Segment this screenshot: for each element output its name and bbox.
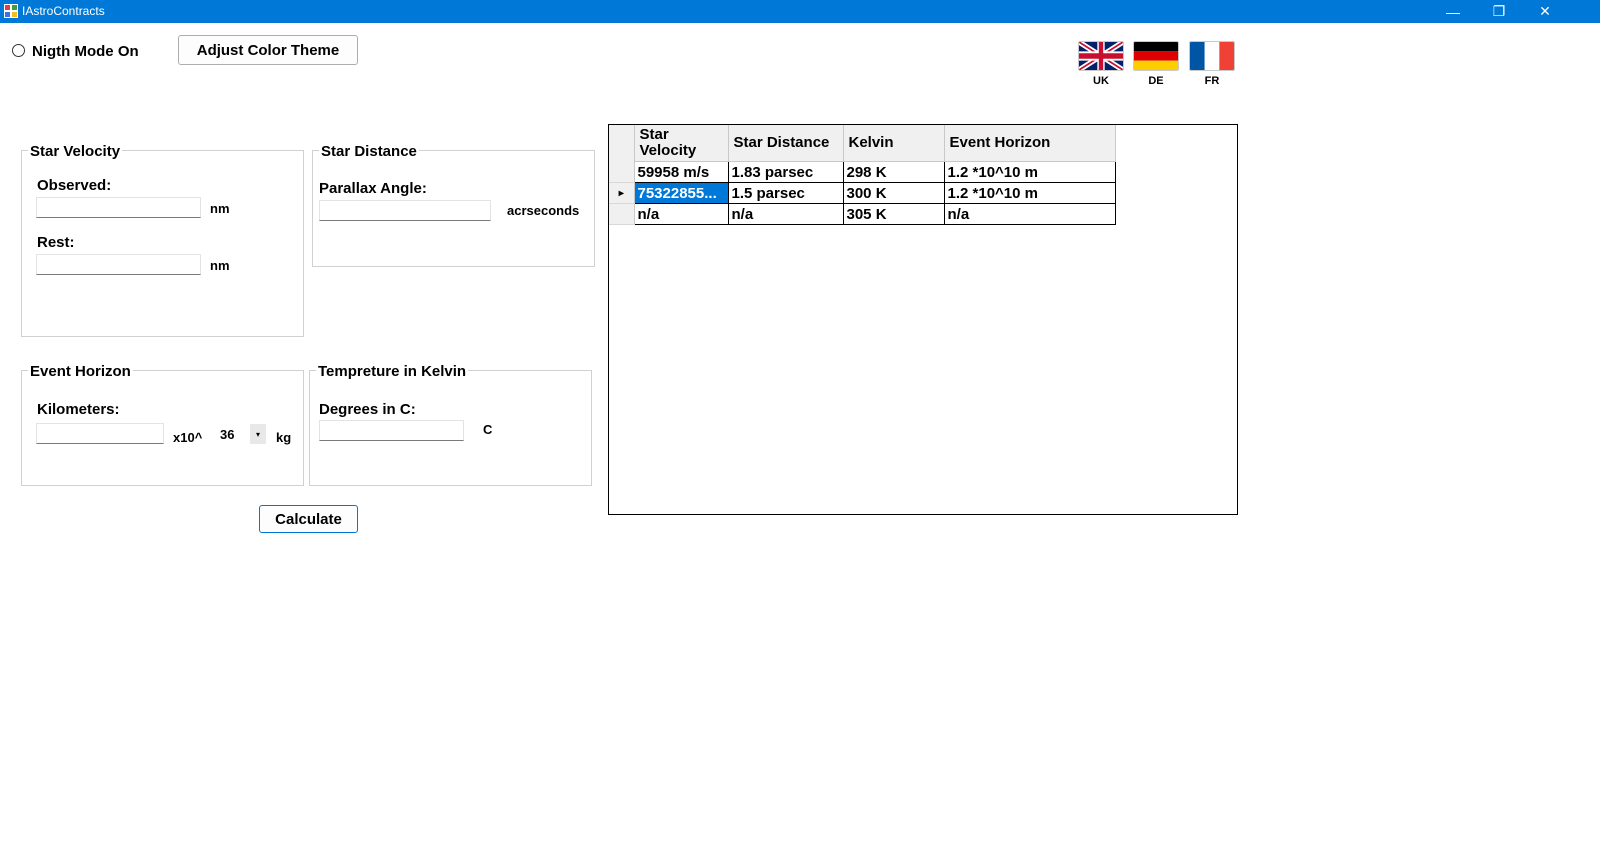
table-cell[interactable]: n/a [943,203,1116,225]
minimize-icon: — [1446,3,1460,20]
title-bar: IAstroContracts — ❐ ✕ [0,0,1600,23]
event-horizon-title: Event Horizon [28,363,133,380]
restore-icon: ❐ [1492,3,1506,19]
table-cell[interactable]: 1.2 *10^10 m [943,161,1116,183]
table-row[interactable]: n/a n/a 305 K n/a [609,203,1116,225]
row-header[interactable] [609,161,635,183]
app-icon [4,4,18,18]
night-mode-radio[interactable] [12,44,25,57]
uk-label: UK [1093,75,1109,87]
close-button[interactable]: ✕ [1522,0,1568,23]
star-distance-title: Star Distance [319,143,419,160]
grid-corner-cell [609,125,635,162]
row-header[interactable] [609,203,635,225]
rest-unit: nm [210,258,230,273]
kilometers-input[interactable] [36,423,164,444]
observed-label: Observed: [37,177,112,194]
celsius-unit: C [483,422,493,437]
exponent-select[interactable]: 36 ▾ [217,424,267,444]
parallax-input[interactable] [319,200,491,221]
rest-input[interactable] [36,254,201,275]
fr-flag-button[interactable] [1189,41,1235,71]
degrees-label: Degrees in C: [319,401,416,418]
column-header-kelvin[interactable]: Kelvin [843,125,945,162]
fr-label: FR [1204,75,1220,87]
rest-label: Rest: [37,234,75,251]
uk-flag-icon [1079,42,1123,70]
restore-button[interactable]: ❐ [1476,0,1522,23]
close-icon: ✕ [1539,3,1551,19]
minimize-button[interactable]: — [1430,0,1476,23]
exponent-value: 36 [220,427,235,442]
kg-unit: kg [276,430,292,445]
calculate-button[interactable]: Calculate [259,505,358,533]
table-cell[interactable]: n/a [727,203,844,225]
column-header-star-distance[interactable]: Star Distance [728,125,844,162]
chevron-down-icon[interactable]: ▾ [250,424,266,444]
table-row[interactable]: ▸ 75322855... 1.5 parsec 300 K 1.2 *10^1… [609,182,1116,204]
column-header-event-horizon[interactable]: Event Horizon [944,125,1116,162]
degrees-input[interactable] [319,420,464,441]
table-cell[interactable]: 59958 m/s [633,161,729,183]
parallax-label: Parallax Angle: [319,180,427,197]
grid-header-row: Star Velocity Star Distance Kelvin Event… [609,125,1116,162]
table-cell-selected[interactable]: 75322855... [633,182,729,204]
parallax-unit: acrseconds [507,203,580,218]
results-grid[interactable]: Star Velocity Star Distance Kelvin Event… [609,125,1116,225]
table-row[interactable]: 59958 m/s 1.83 parsec 298 K 1.2 *10^10 m [609,161,1116,183]
de-label: DE [1148,75,1164,87]
observed-input[interactable] [36,197,201,218]
table-cell[interactable]: 1.83 parsec [727,161,844,183]
table-cell[interactable]: n/a [633,203,729,225]
de-flag-icon [1134,42,1178,70]
de-flag-button[interactable] [1133,41,1179,71]
kilometers-label: Kilometers: [37,401,120,418]
table-cell[interactable]: 305 K [842,203,945,225]
current-row-arrow-icon[interactable]: ▸ [609,182,635,204]
table-cell[interactable]: 300 K [842,182,945,204]
column-header-star-velocity[interactable]: Star Velocity [634,125,729,162]
star-velocity-title: Star Velocity [28,143,123,160]
uk-flag-button[interactable] [1078,41,1124,71]
observed-unit: nm [210,201,230,216]
multiplier-label: x10^ [173,430,203,445]
table-cell[interactable]: 1.5 parsec [727,182,844,204]
adjust-color-theme-button[interactable]: Adjust Color Theme [178,35,358,65]
fr-flag-icon [1190,42,1234,70]
temperature-title: Tempreture in Kelvin [316,363,469,380]
window-title: IAstroContracts [22,4,105,18]
table-cell[interactable]: 1.2 *10^10 m [943,182,1116,204]
night-mode-label[interactable]: Nigth Mode On [32,43,139,60]
table-cell[interactable]: 298 K [842,161,945,183]
